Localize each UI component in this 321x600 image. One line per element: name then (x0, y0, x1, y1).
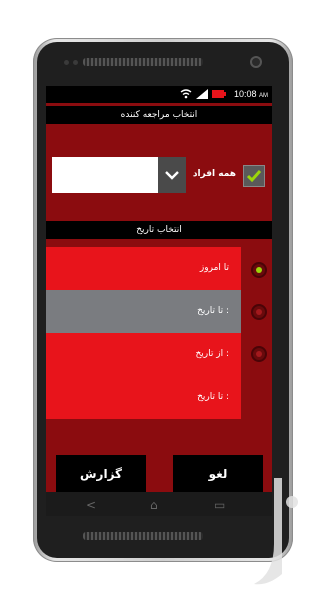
clock: 10:08 AM (234, 89, 268, 99)
clock-ampm: AM (259, 93, 268, 99)
chevron-down-icon (165, 171, 179, 180)
clock-time: 10:08 (233, 89, 257, 99)
referrer-section-title: انتخاب مراجعه کننده (120, 110, 198, 120)
check-icon (246, 170, 262, 183)
referrer-section-header: انتخاب مراجعه کننده (46, 106, 272, 124)
earpiece-speaker (83, 58, 203, 66)
referrer-dropdown-button[interactable] (158, 157, 186, 193)
radio-from-date[interactable] (251, 346, 267, 362)
date-option-label: تا امروز (199, 263, 229, 273)
phone-screen: 10:08 AM انتخاب مراجعه کننده همه افراد ا… (46, 86, 272, 492)
all-people-checkbox[interactable] (243, 165, 265, 187)
front-camera (250, 56, 262, 68)
radio-until-date[interactable] (251, 304, 267, 320)
status-bar: 10:08 AM (46, 86, 272, 103)
date-option-until-date[interactable]: تا تاریخ : (46, 290, 241, 333)
recents-icon[interactable]: ▭ (214, 498, 225, 512)
signal-icon (196, 89, 208, 99)
date-option-label: تا تاریخ : (197, 306, 229, 316)
date-section-title: انتخاب تاریخ (136, 225, 182, 235)
bottom-speaker (83, 532, 203, 540)
app-logo-watermark (254, 478, 298, 585)
navigation-bar: < ⌂ ▭ (46, 492, 272, 516)
battery-icon (212, 90, 226, 98)
light-sensor (73, 60, 78, 65)
back-icon[interactable]: < (86, 498, 96, 512)
report-form: انتخاب مراجعه کننده همه افراد انتخاب تار… (46, 103, 272, 492)
all-people-label: همه افراد (192, 169, 236, 179)
date-option-label: از تاریخ : (195, 349, 229, 359)
date-section-header: انتخاب تاریخ (46, 221, 272, 239)
date-option-until-today[interactable]: تا امروز (46, 247, 241, 290)
report-button[interactable]: گزارش (56, 455, 146, 492)
radio-until-today[interactable] (251, 262, 267, 278)
date-option-to-date[interactable]: تا تاریخ : (46, 376, 241, 419)
date-options-panel: تا امروز تا تاریخ : از تاریخ : تا تاریخ … (46, 247, 241, 419)
date-option-label: تا تاریخ : (197, 392, 229, 402)
proximity-sensor (64, 60, 69, 65)
wifi-icon (180, 89, 192, 99)
date-option-from-date[interactable]: از تاریخ : (46, 333, 241, 376)
home-icon[interactable]: ⌂ (150, 498, 158, 512)
referrer-combobox[interactable] (52, 157, 186, 193)
